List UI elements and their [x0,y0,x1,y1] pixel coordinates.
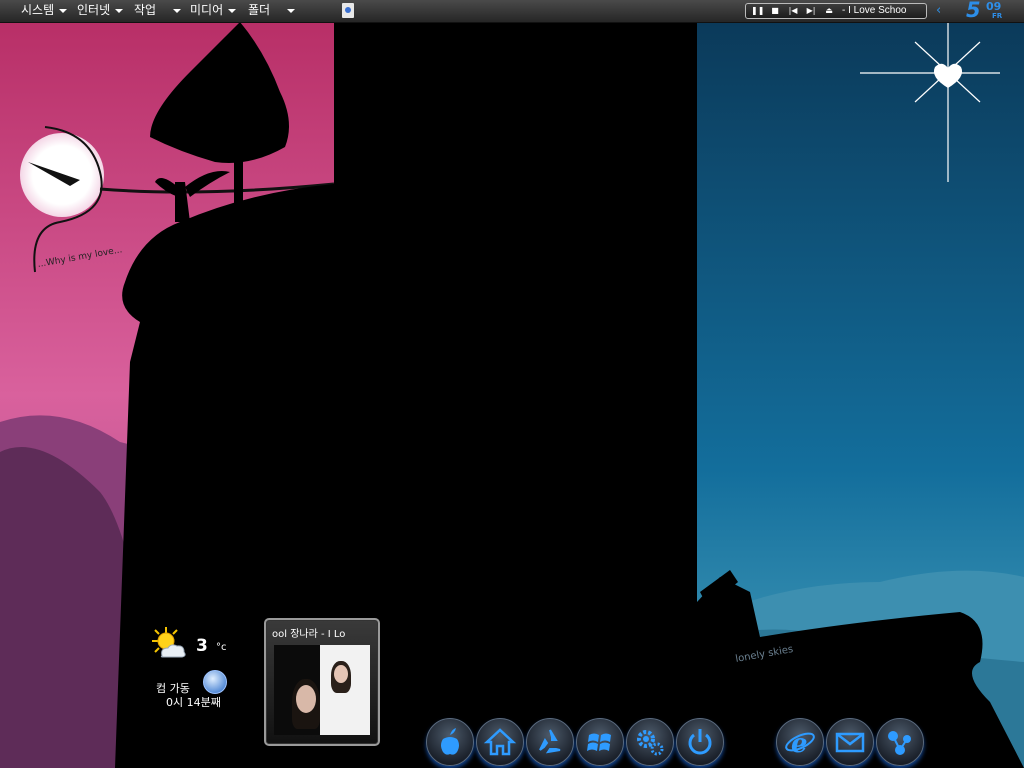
weather-temperature-unit: °c [216,642,227,653]
dock-windows-button[interactable] [576,718,624,766]
pause-icon[interactable]: ❚❚ [751,5,764,17]
power-icon [688,729,712,755]
weather-temperature: 3 [196,636,208,656]
top-menu-bar: 시스템 인터넷 작업 미디어 폴더 ❚❚ ■ |◀ ▶| ⏏ - I Love … [0,0,1024,23]
chevron-down-icon [59,8,68,13]
weather-location: 컴 가동 [156,682,190,695]
dock-mail-button[interactable] [826,718,874,766]
now-playing-title: ool 장나라 - I Lo [272,629,346,640]
stop-icon[interactable]: ■ [769,5,781,17]
player-track-title: - I Love Schoo [842,5,907,16]
clock-day: FR [992,12,1003,20]
clock-minute: 09 [986,0,1002,13]
chevron-down-icon [115,8,124,13]
dock-settings-button[interactable] [626,718,674,766]
dock-power-button[interactable] [676,718,724,766]
dock-network-button[interactable] [876,718,924,766]
menu-folder[interactable]: 폴더 [248,0,270,22]
menu-tasks[interactable]: 작업 [134,0,156,22]
clock-prev-icon[interactable]: ‹ [936,4,941,17]
media-player: ❚❚ ■ |◀ ▶| ⏏ - I Love Schoo [745,3,927,19]
next-track-icon[interactable]: ▶| [805,5,817,17]
menu-media-label: 미디어 [190,3,224,17]
menu-internet-label: 인터넷 [77,3,111,17]
network-icon [888,731,911,755]
windows-icon [587,733,611,751]
clock-hour: 5 [966,0,981,22]
partly-sunny-icon [152,627,186,658]
dock-recycle-button[interactable] [526,718,574,766]
apple-icon [441,728,459,755]
menu-tasks-label: 작업 [134,3,157,17]
menu-tasks-arrow-icon[interactable] [173,9,181,13]
previous-track-icon[interactable]: |◀ [787,5,799,17]
chevron-down-icon [228,8,237,13]
recycle-icon [539,729,561,754]
dock-apple-button[interactable] [426,718,474,766]
mail-icon [835,732,865,753]
weather-update-time: 0시 14분째 [166,696,221,709]
weather-refresh-icon[interactable] [203,670,227,694]
document-launcher-icon[interactable] [342,3,354,18]
menu-media[interactable]: 미디어 [190,0,237,22]
menu-system[interactable]: 시스템 [21,0,68,22]
dock-browser-button[interactable]: e [776,718,824,766]
dock-home-button[interactable] [476,718,524,766]
home-icon [483,728,517,756]
settings-icon [637,730,664,756]
menu-internet[interactable]: 인터넷 [77,0,124,22]
menu-system-label: 시스템 [21,3,55,17]
menu-folder-arrow-icon[interactable] [287,9,295,13]
now-playing-widget[interactable]: ool 장나라 - I Lo [264,618,380,746]
menu-folder-label: 폴더 [248,3,271,17]
internet-explorer-icon: e [785,729,815,759]
album-art [274,645,370,735]
eject-icon[interactable]: ⏏ [823,5,835,17]
